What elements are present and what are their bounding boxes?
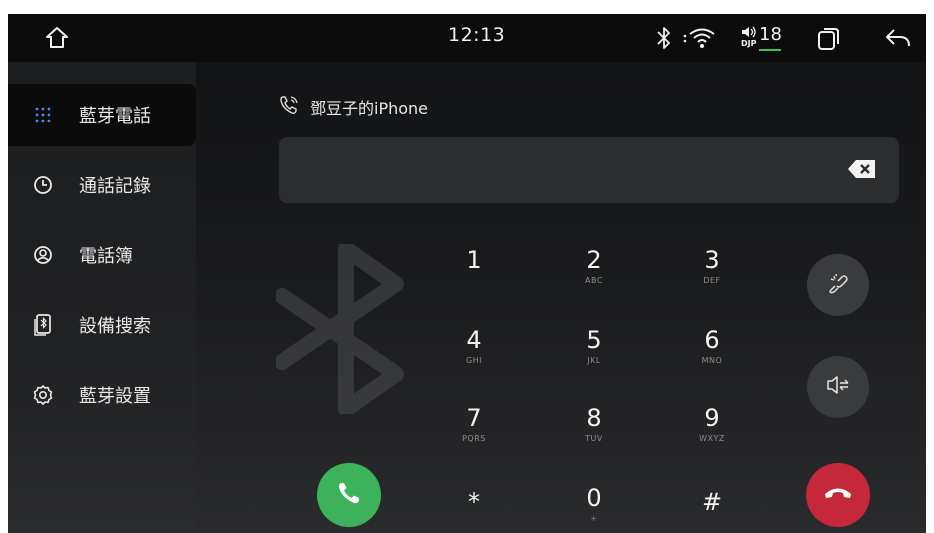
sidebar-item-call-log[interactable]: 通話記錄 bbox=[8, 154, 196, 216]
clock-time: 12:13 bbox=[448, 24, 506, 46]
key-9[interactable]: 9 WXYZ bbox=[672, 404, 752, 468]
clock-icon bbox=[32, 174, 54, 196]
sidebar: 藍芽電話 通話記錄 電話簿 設備搜索 藍芽設置 bbox=[8, 62, 196, 533]
bluetooth-watermark-icon bbox=[274, 241, 416, 418]
volume-underline bbox=[759, 49, 781, 51]
hang-up-button[interactable] bbox=[806, 463, 870, 527]
multitask-icon[interactable] bbox=[816, 26, 842, 52]
key-5[interactable]: 5 JKL bbox=[554, 326, 634, 390]
call-button[interactable] bbox=[317, 463, 381, 527]
phone-icon bbox=[336, 480, 362, 510]
gear-icon bbox=[32, 384, 54, 406]
connected-device: 鄧豆子的iPhone bbox=[278, 94, 428, 120]
screen: 12:13 DJP 18 藍芽電話 通話記錄 電話簿 設備搜索 藍芽設置 鄧豆子… bbox=[8, 14, 926, 533]
volume-level: 18 bbox=[759, 24, 782, 45]
key-2[interactable]: 2 ABC bbox=[554, 246, 634, 310]
hang-up-icon bbox=[823, 485, 853, 505]
sidebar-item-label: 電話簿 bbox=[79, 246, 133, 267]
key-0[interactable]: 0 + bbox=[554, 484, 634, 533]
device-name: 鄧豆子的iPhone bbox=[310, 99, 429, 118]
key-7[interactable]: 7 PQRS bbox=[434, 404, 514, 468]
back-icon[interactable] bbox=[884, 26, 912, 50]
wifi-icon bbox=[682, 26, 716, 50]
key-4[interactable]: 4 GHI bbox=[434, 326, 514, 390]
sidebar-item-label: 通話記錄 bbox=[79, 176, 151, 197]
key-3[interactable]: 3 DEF bbox=[672, 246, 752, 310]
key-hash[interactable]: # bbox=[672, 488, 752, 533]
speaker-switch-icon bbox=[825, 374, 851, 400]
bt-phone-icon bbox=[278, 94, 300, 120]
sidebar-item-bt-phone[interactable]: 藍芽電話 bbox=[8, 84, 196, 146]
key-star[interactable]: * bbox=[434, 488, 514, 533]
sidebar-item-bt-settings[interactable]: 藍芽設置 bbox=[8, 364, 196, 426]
key-8[interactable]: 8 TUV bbox=[554, 404, 634, 468]
disconnect-device-button[interactable] bbox=[807, 254, 869, 316]
status-bar: 12:13 DJP 18 bbox=[8, 14, 926, 62]
sidebar-item-label: 藍芽電話 bbox=[79, 106, 151, 127]
sound-dfp-indicator[interactable]: DJP 18 bbox=[741, 24, 782, 54]
key-1[interactable]: 1 bbox=[434, 246, 514, 310]
contact-icon bbox=[32, 244, 54, 266]
key-6[interactable]: 6 MNO bbox=[672, 326, 752, 390]
sidebar-item-device-search[interactable]: 設備搜索 bbox=[8, 294, 196, 356]
device-search-icon bbox=[32, 314, 54, 336]
number-input[interactable] bbox=[279, 137, 899, 203]
sidebar-item-label: 藍芽設置 bbox=[79, 386, 151, 407]
dialpad-icon bbox=[32, 104, 54, 126]
dfp-label: DJP bbox=[741, 39, 757, 48]
audio-output-button[interactable] bbox=[807, 356, 869, 418]
sidebar-item-phonebook[interactable]: 電話簿 bbox=[8, 224, 196, 286]
backspace-icon[interactable] bbox=[847, 159, 877, 179]
home-icon[interactable] bbox=[44, 25, 70, 51]
link-icon bbox=[826, 271, 850, 299]
bluetooth-icon bbox=[655, 26, 673, 50]
sidebar-item-label: 設備搜索 bbox=[79, 316, 151, 337]
